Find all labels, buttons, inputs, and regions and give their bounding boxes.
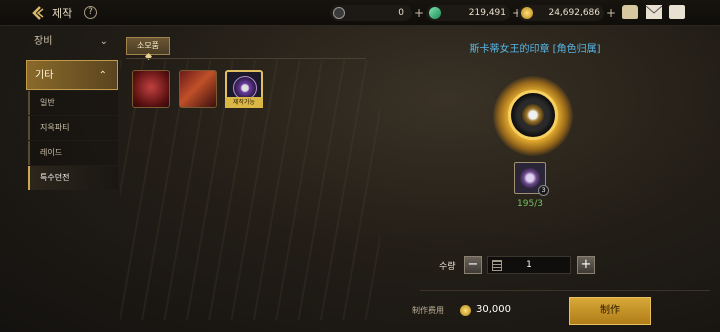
help-icon[interactable]: ? <box>84 6 97 19</box>
back-arrow-icon[interactable] <box>30 5 46 21</box>
currency-crystal-value: 219,491 <box>468 8 506 18</box>
sidebar-item-label: 장비 <box>34 36 53 47</box>
page-title: 제작 <box>52 7 73 20</box>
currency-gold-value: 24,692,686 <box>548 8 600 18</box>
tab-consumables[interactable]: 소모품 <box>126 37 170 55</box>
red-armor-item[interactable] <box>179 70 217 108</box>
cost-label: 制作费用 <box>412 306 444 315</box>
cost-value: 30,000 <box>476 304 511 315</box>
craft-button[interactable]: 制作 <box>569 297 651 325</box>
currency-c: 0 + <box>330 5 424 21</box>
red-orb-item[interactable] <box>132 70 170 108</box>
recipe-name: 斯卡蒂女王的印章 [角色归属] <box>469 44 601 55</box>
sidebar: 장비 ⌄ 기타 ⌃ 일반 지옥파티 레이드 특수던전 <box>26 30 118 190</box>
sidebar-item-equip[interactable]: 장비 ⌄ <box>26 30 118 54</box>
sidebar-subitem-general[interactable]: 일반 <box>28 91 118 115</box>
sidebar-subitem-hell-party[interactable]: 지옥파티 <box>28 116 118 140</box>
quantity-value: 1 <box>526 260 532 270</box>
sidebar-item-etc[interactable]: 기타 ⌃ <box>26 60 118 90</box>
green-crystal-icon <box>429 7 441 19</box>
quantity-input[interactable]: 1 <box>487 256 571 274</box>
gold-coin-icon <box>521 7 533 19</box>
currency-c-value: 0 <box>398 8 404 18</box>
material-slot[interactable]: 3 <box>514 162 549 196</box>
chat-icon[interactable] <box>669 5 685 19</box>
cost-divider <box>420 290 710 291</box>
currency-crystal: 219,491 + <box>426 5 522 21</box>
currency-gold: 24,692,686 + <box>518 5 616 21</box>
seal-item[interactable]: 제작가능 <box>225 70 263 108</box>
c-coin-icon <box>333 7 345 19</box>
tab-divider <box>126 58 366 59</box>
quantity-label: 수량 <box>439 262 456 272</box>
chevron-up-icon: ⌃ <box>98 70 107 81</box>
gold-coin-icon <box>460 305 471 316</box>
sidebar-subitem-special-dungeon[interactable]: 특수던전 <box>28 166 118 190</box>
sidebar-item-label: 기타 <box>35 70 54 81</box>
material-icon <box>520 168 540 188</box>
quantity-minus-button[interactable]: − <box>464 256 482 274</box>
calculator-icon[interactable] <box>492 260 502 271</box>
treasure-chest-icon[interactable] <box>622 5 638 19</box>
seal-emblem-icon <box>508 90 558 140</box>
chevron-down-icon: ⌄ <box>99 36 108 47</box>
material-progress: 195/3 <box>517 199 543 209</box>
sidebar-subitem-raid[interactable]: 레이드 <box>28 141 118 165</box>
material-count-badge: 3 <box>538 185 549 196</box>
quantity-plus-button[interactable]: + <box>577 256 595 274</box>
currency-c-plus-button[interactable]: + <box>414 5 424 21</box>
top-bar: 제작 ? 0 + 219,491 + 24,692,686 + <box>0 0 720 26</box>
mail-icon[interactable] <box>645 5 663 19</box>
craftable-label: 제작가능 <box>225 97 263 108</box>
currency-gold-plus-button[interactable]: + <box>606 5 616 21</box>
